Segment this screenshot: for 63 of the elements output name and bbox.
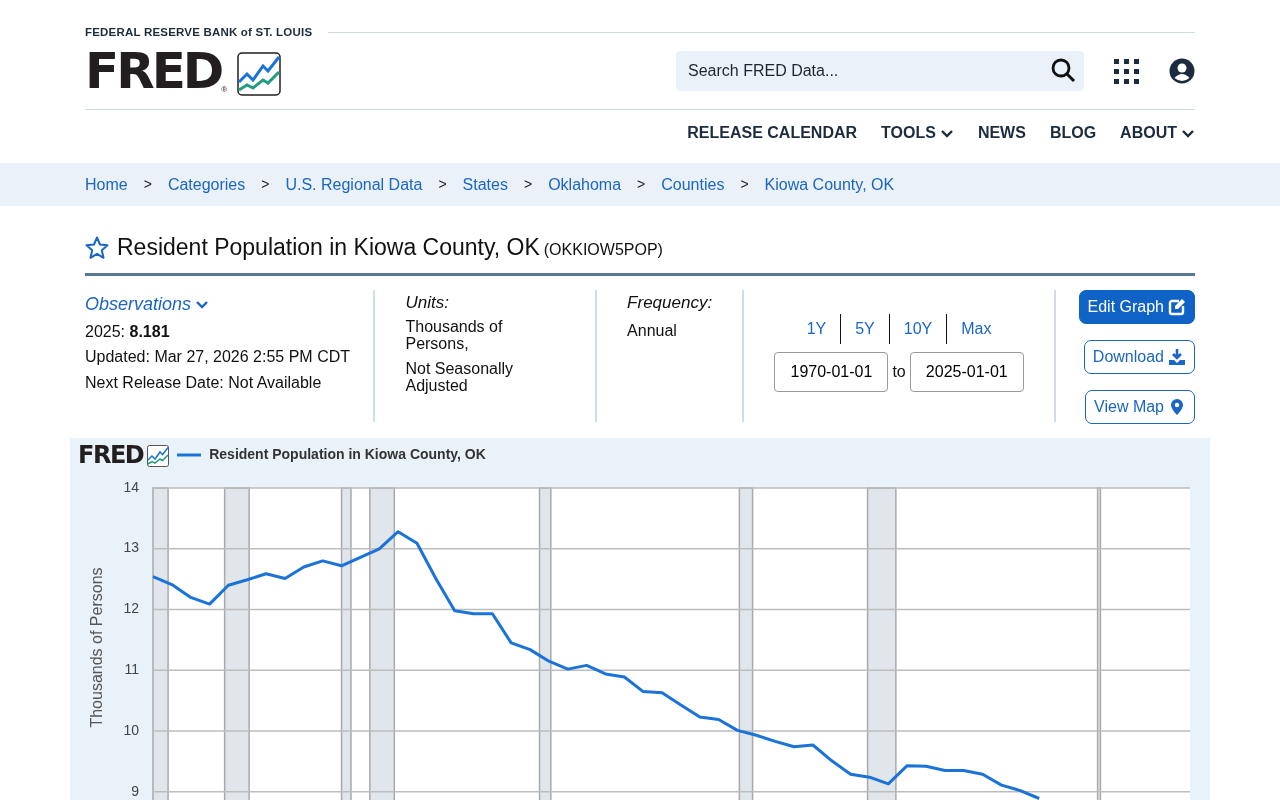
latest-observation: 2025: 8.181 <box>85 321 171 342</box>
nav-link[interactable]: BLOG <box>1049 120 1097 145</box>
action-button[interactable]: Download <box>1083 339 1195 374</box>
graph-logo-text: FRED <box>78 442 144 467</box>
map-pin-icon <box>1168 397 1186 416</box>
registered-mark: ® <box>221 85 228 97</box>
updated-text: Updated: Mar 27, 2026 2:55 PM CDT <box>85 347 352 368</box>
breadcrumb-link[interactable]: U.S. Regional Data <box>285 172 423 197</box>
y-tick-label: 13 <box>123 539 139 556</box>
y-tick-label: 10 <box>123 721 139 738</box>
breadcrumb-link[interactable]: Home <box>85 172 128 197</box>
bank-name: FEDERAL RESERVE BANK of ST. LOUIS <box>85 25 313 40</box>
nav-link[interactable]: NEWS <box>977 120 1026 145</box>
breadcrumb-separator: > <box>523 175 533 195</box>
next-release-text: Next Release Date: Not Available <box>85 372 323 393</box>
search-field[interactable]: Search FRED Data... <box>676 51 1084 92</box>
chevron-down-icon <box>195 298 210 311</box>
y-tick-label: 9 <box>131 782 139 799</box>
logo-text[interactable]: FRED <box>85 46 222 97</box>
units-value: Not Seasonally Adjusted <box>405 360 515 395</box>
observations-toggle[interactable]: Observations <box>85 289 374 319</box>
start-date-field[interactable]: 1970-01-01 <box>774 351 889 392</box>
series-title: Resident Population in Kiowa County, OK <box>117 233 540 263</box>
range-preset-link[interactable]: Max <box>947 316 1006 341</box>
edit-icon <box>1168 297 1186 316</box>
y-axis-label: Thousands of Persons <box>88 567 105 728</box>
apps-grid-icon[interactable] <box>1114 58 1139 84</box>
breadcrumb-link[interactable]: Kiowa County, OK <box>764 172 895 197</box>
y-tick-label: 14 <box>123 478 139 495</box>
range-preset-link[interactable]: 1Y <box>792 316 841 341</box>
nav-link[interactable]: RELEASE CALENDAR <box>687 120 858 145</box>
frequency-value: Annual <box>627 321 678 342</box>
chart-logo-icon <box>147 444 170 467</box>
y-tick-label: 12 <box>123 600 139 616</box>
range-preset-link[interactable]: 10Y <box>889 316 947 341</box>
frequency-label: Frequency: <box>627 291 714 314</box>
breadcrumb-link[interactable]: Oklahoma <box>548 172 622 197</box>
breadcrumb-separator: > <box>438 175 447 195</box>
chart-logo-icon <box>237 52 282 97</box>
legend-label: Resident Population in Kiowa County, OK <box>209 445 486 465</box>
breadcrumb-link[interactable]: States <box>462 172 508 197</box>
range-preset-link[interactable]: 5Y <box>841 316 889 341</box>
series-id: (OKKIOW5POP) <box>543 240 663 261</box>
breadcrumb-separator: > <box>261 175 270 195</box>
nav-link[interactable]: ABOUT <box>1120 120 1195 145</box>
units-value: Thousands of Persons, <box>405 319 504 353</box>
action-button[interactable]: View Map <box>1085 389 1195 424</box>
y-tick-label: 11 <box>124 660 139 677</box>
breadcrumb-separator: > <box>740 175 749 195</box>
breadcrumb-link[interactable]: Counties <box>661 172 725 197</box>
nav-link[interactable]: TOOLS <box>881 120 954 145</box>
breadcrumb-link[interactable]: Categories <box>167 172 246 197</box>
breadcrumb-separator: > <box>637 175 646 195</box>
legend-line-icon <box>177 451 202 458</box>
units-label: Units: <box>405 291 450 314</box>
download-icon <box>1168 347 1186 366</box>
breadcrumb-separator: > <box>143 175 152 195</box>
search-icon[interactable] <box>1051 58 1076 84</box>
user-account-icon[interactable] <box>1169 58 1195 85</box>
favorite-star-icon[interactable] <box>85 235 109 260</box>
range-separator: to <box>892 361 906 382</box>
end-date-field[interactable]: 2025-01-01 <box>909 351 1024 392</box>
action-button[interactable]: Edit Graph <box>1078 289 1195 324</box>
